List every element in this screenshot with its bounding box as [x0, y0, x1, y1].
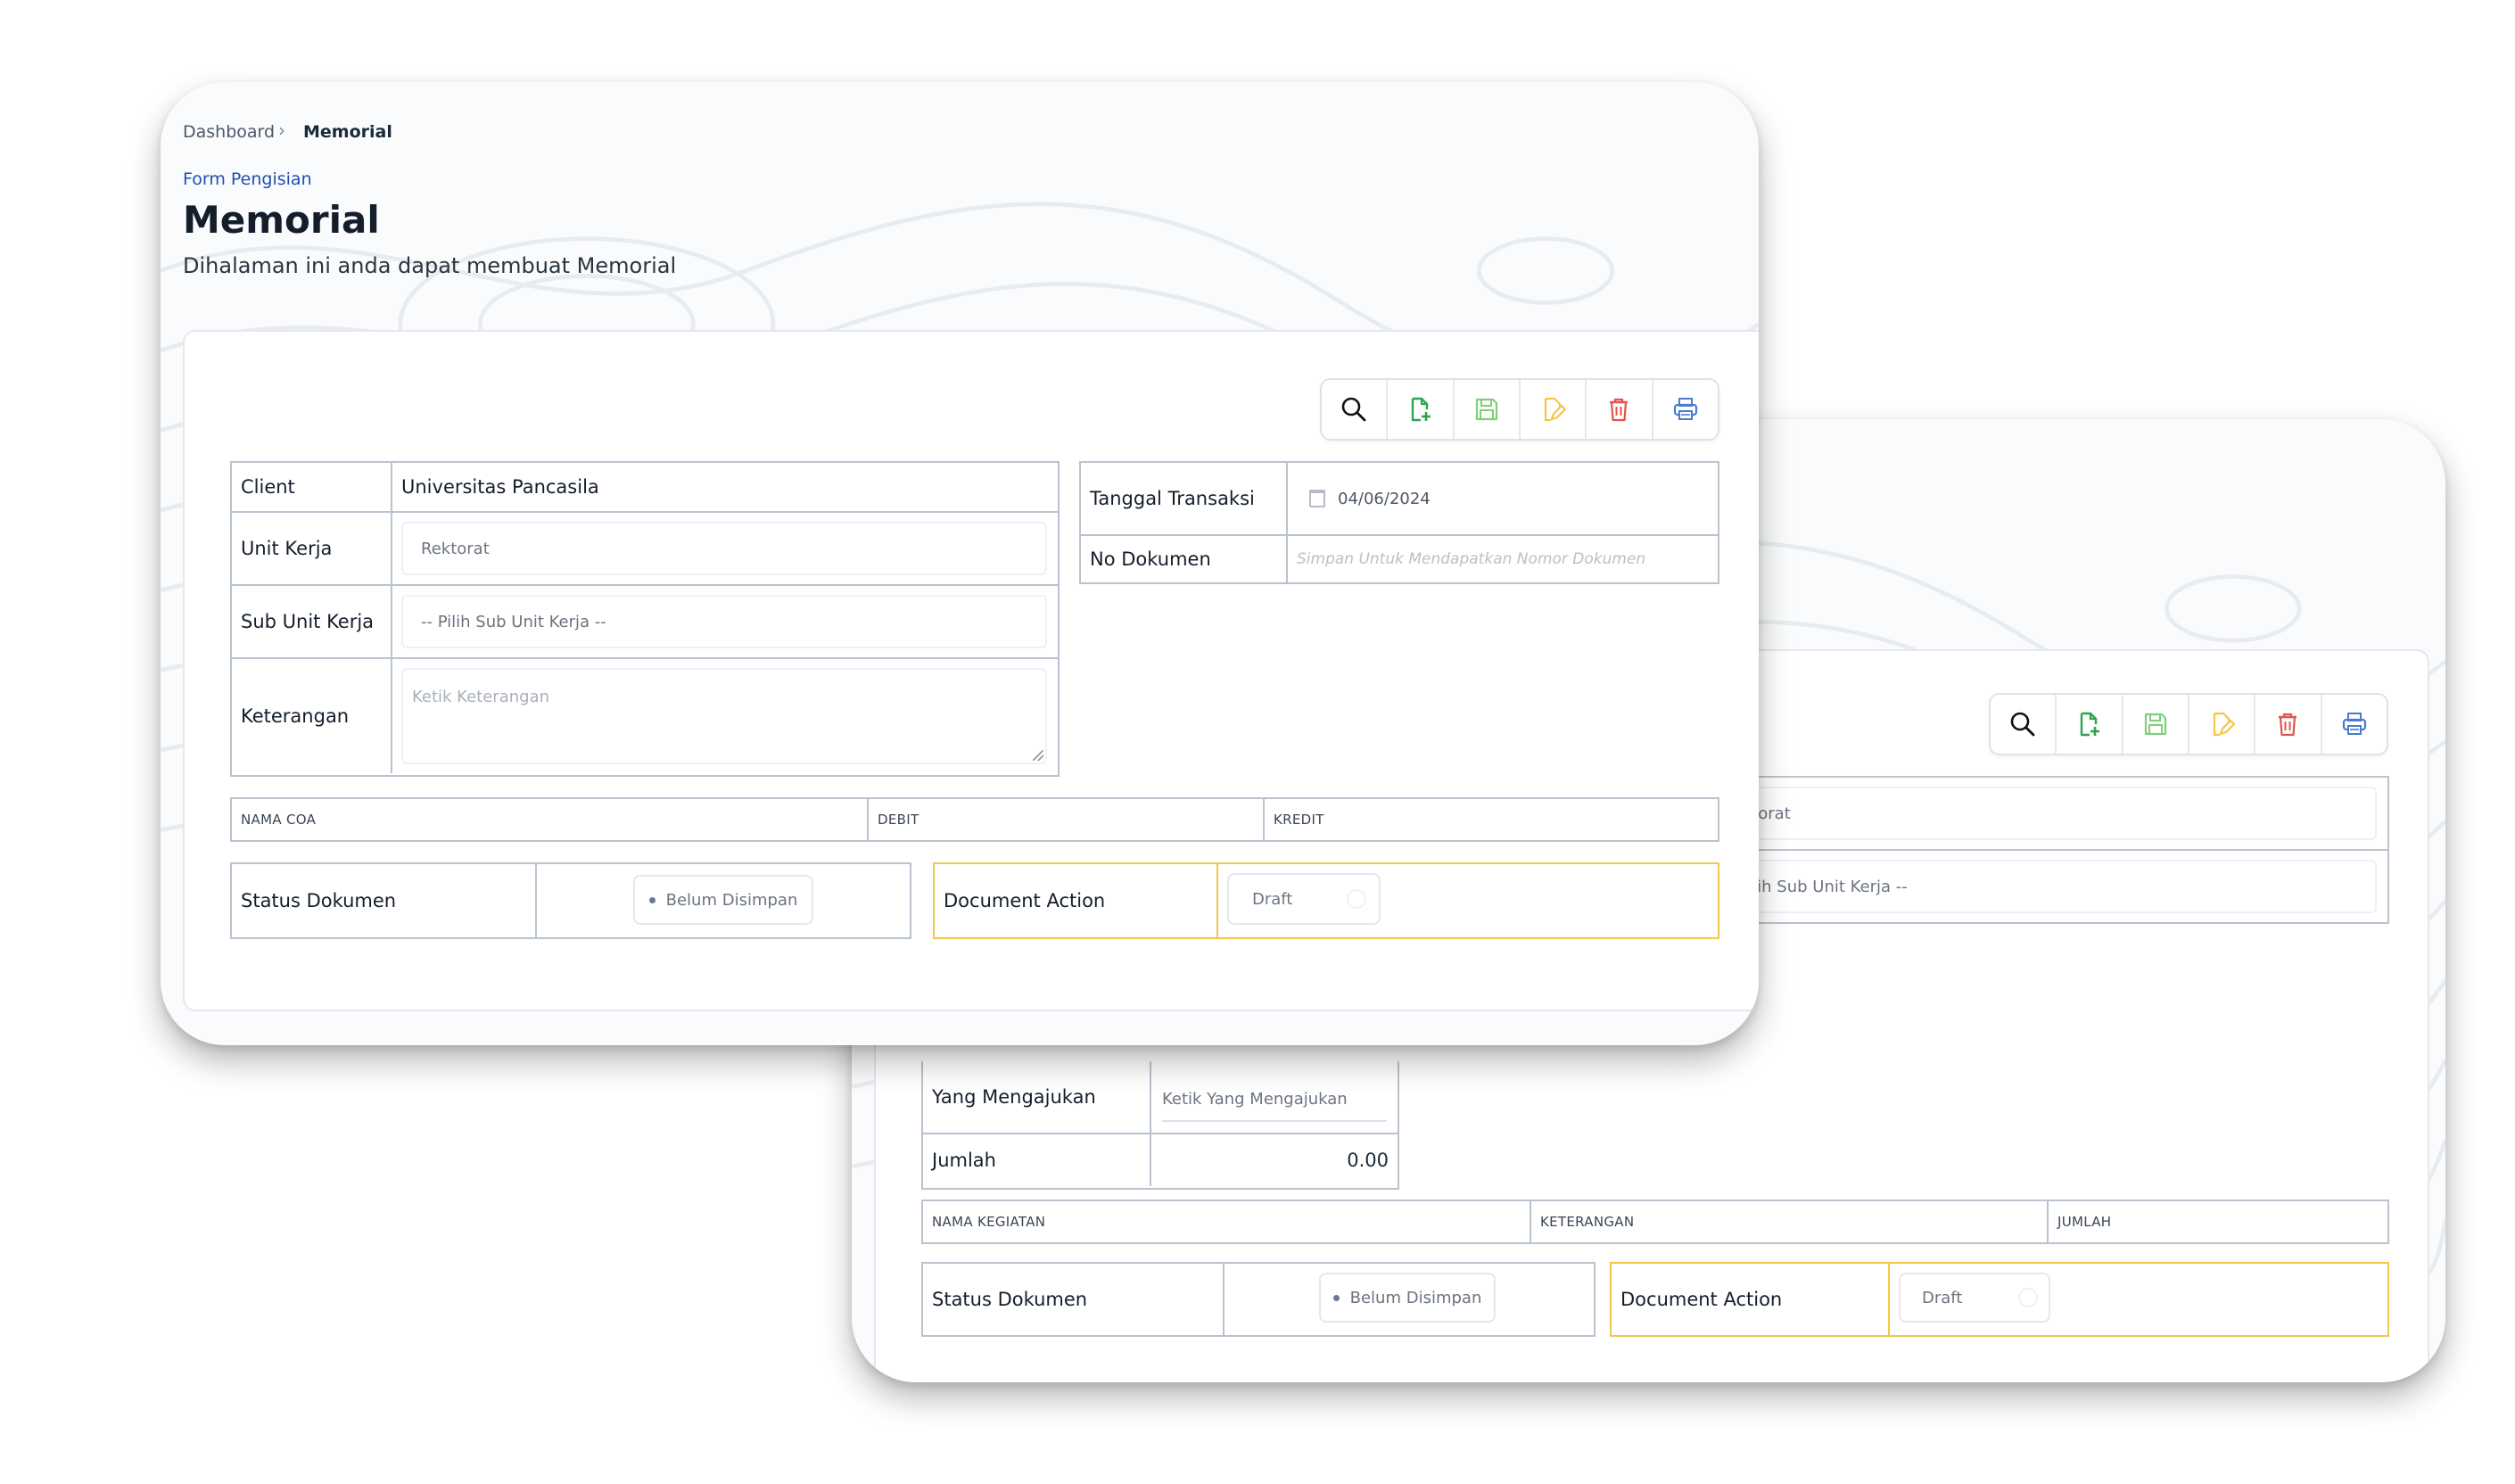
no-dokumen-row: No Dokumen Simpan Untuk Mendapatkan Nomo…: [1081, 536, 1718, 582]
unit-kerja-field[interactable]: Rektorat: [401, 522, 1047, 575]
unit-kerja-row: Unit Kerja Rektorat: [232, 513, 1058, 586]
chevron-down-icon: [1347, 889, 1366, 909]
print-icon: [2340, 710, 2369, 738]
document-action-select[interactable]: Draft: [1227, 873, 1381, 925]
edit-icon: [2207, 710, 2236, 738]
col-nama-coa: NAMA COA: [232, 799, 869, 840]
calendar-icon: [1309, 490, 1325, 507]
client-row: Client Universitas Pancasila: [232, 463, 1058, 513]
search-icon: [2008, 710, 2037, 738]
delete-icon: [1604, 395, 1633, 424]
edit-button[interactable]: [1521, 380, 1587, 439]
tanggal-value: 04/06/2024: [1338, 489, 1431, 508]
keterangan-placeholder: Ketik Keterangan: [412, 688, 550, 706]
back-status-badge: Belum Disimpan: [1319, 1273, 1496, 1323]
jumlah-label: Jumlah: [923, 1134, 1151, 1186]
back-document-action-box: Document Action Draft: [1610, 1262, 2389, 1337]
status-dot-icon: [648, 896, 656, 903]
keterangan-row: Keterangan Ketik Keterangan: [232, 659, 1058, 773]
add-button[interactable]: [2057, 695, 2123, 754]
yang-mengajukan-input[interactable]: Ketik Yang Mengajukan: [1162, 1077, 1387, 1122]
toolbar: [1320, 378, 1719, 441]
print-icon: [1671, 395, 1700, 424]
col-keterangan: KETERANGAN: [1531, 1201, 2049, 1242]
tanggal-row: Tanggal Transaksi 04/06/2024: [1081, 463, 1718, 536]
chevron-right-icon: ›: [278, 120, 285, 141]
coa-table-header: NAMA COA DEBIT KREDIT: [230, 797, 1719, 842]
document-action-value: Draft: [1252, 889, 1293, 909]
tanggal-label: Tanggal Transaksi: [1081, 463, 1288, 534]
client-form-grid: Client Universitas Pancasila Unit Kerja …: [230, 461, 1060, 777]
client-label: Client: [232, 463, 392, 511]
transaction-form-grid: Tanggal Transaksi 04/06/2024 No Dokumen …: [1079, 461, 1719, 584]
no-dokumen-label: No Dokumen: [1081, 536, 1288, 582]
sub-unit-kerja-select[interactable]: -- Pilih Sub Unit Kerja --: [401, 595, 1047, 648]
back-sub-unit-select[interactable]: -- Pilih Sub Unit Kerja --: [1703, 860, 2377, 913]
document-action-label: Document Action: [935, 864, 1218, 937]
status-badge: Belum Disimpan: [633, 875, 813, 925]
delete-icon: [2273, 710, 2302, 738]
document-action-box: Document Action Draft: [933, 862, 1719, 939]
back-document-action-select[interactable]: Draft: [1899, 1273, 2050, 1323]
back-sub-unit-row: ja -- Pilih Sub Unit Kerja --: [1656, 851, 2387, 922]
back-unit-kerja-field[interactable]: Rektorat: [1703, 787, 2377, 840]
tanggal-input[interactable]: 04/06/2024: [1288, 463, 1718, 534]
add-file-icon: [2074, 710, 2103, 738]
keterangan-label: Keterangan: [232, 659, 392, 773]
jumlah-value: 0.00: [1347, 1150, 1389, 1171]
unit-kerja-label: Unit Kerja: [232, 513, 392, 584]
save-icon: [1472, 395, 1501, 424]
page-subtitle: Dihalaman ini anda dapat membuat Memoria…: [183, 253, 677, 278]
status-label: Status Dokumen: [232, 864, 537, 937]
edit-button[interactable]: [2189, 695, 2256, 754]
back-submitter-section: Yang Mengajukan Ketik Yang Mengajukan Ju…: [921, 1061, 1399, 1190]
back-unit-kerja-row: Rektorat: [1692, 778, 2387, 851]
breadcrumb-current: Memorial: [303, 122, 392, 142]
add-file-icon: [1406, 395, 1434, 424]
status-value: Belum Disimpan: [665, 890, 798, 910]
back-toolbar: [1989, 693, 2388, 755]
client-value: Universitas Pancasila: [401, 476, 599, 498]
print-button[interactable]: [1653, 380, 1718, 439]
delete-button[interactable]: [2255, 695, 2322, 754]
breadcrumb-dashboard[interactable]: Dashboard: [183, 122, 275, 142]
col-jumlah: JUMLAH: [2057, 1214, 2112, 1230]
print-button[interactable]: [2322, 695, 2387, 754]
col-nama-kegiatan: NAMA KEGIATAN: [923, 1201, 1531, 1242]
search-button[interactable]: [1991, 695, 2057, 754]
back-status-box: Status Dokumen Belum Disimpan: [921, 1262, 1596, 1337]
yang-mengajukan-label: Yang Mengajukan: [923, 1061, 1151, 1133]
resize-handle-icon[interactable]: [1033, 750, 1043, 761]
back-document-action-label: Document Action: [1612, 1264, 1890, 1335]
status-box: Status Dokumen Belum Disimpan: [230, 862, 911, 939]
delete-button[interactable]: [1587, 380, 1653, 439]
sub-unit-kerja-label: Sub Unit Kerja: [232, 586, 392, 657]
back-status-label: Status Dokumen: [923, 1264, 1225, 1335]
yang-mengajukan-row: Yang Mengajukan Ketik Yang Mengajukan: [923, 1061, 1398, 1134]
back-unit-section: Rektorat ja -- Pilih Sub Unit Kerja --: [1656, 776, 2389, 924]
sub-unit-kerja-row: Sub Unit Kerja -- Pilih Sub Unit Kerja -…: [232, 586, 1058, 659]
save-button[interactable]: [1455, 380, 1521, 439]
search-button[interactable]: [1322, 380, 1389, 439]
jumlah-row: Jumlah 0.00: [923, 1134, 1398, 1186]
front-card: Dashboard › Memorial Form Pengisian Memo…: [161, 82, 1759, 1045]
chevron-down-icon: [2018, 1288, 2038, 1307]
save-button[interactable]: [2123, 695, 2189, 754]
add-button[interactable]: [1388, 380, 1455, 439]
keterangan-textarea[interactable]: Ketik Keterangan: [401, 668, 1047, 764]
col-kredit: KREDIT: [1274, 812, 1324, 828]
no-dokumen-placeholder: Simpan Untuk Mendapatkan Nomor Dokumen: [1297, 550, 1646, 568]
search-icon: [1340, 395, 1368, 424]
page-title: Memorial: [183, 198, 380, 242]
kegiatan-table-header: NAMA KEGIATAN KETERANGAN JUMLAH: [921, 1200, 2389, 1244]
edit-icon: [1538, 395, 1567, 424]
save-icon: [2141, 710, 2170, 738]
col-debit: DEBIT: [869, 799, 1265, 840]
form-label: Form Pengisian: [183, 169, 312, 189]
